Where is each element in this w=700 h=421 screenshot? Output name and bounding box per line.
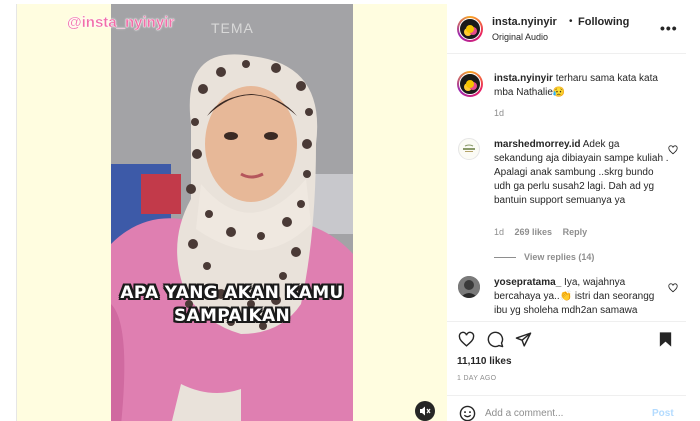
comment-reply-button[interactable]: Reply (563, 227, 588, 237)
post-comment-button[interactable]: Post (652, 408, 674, 419)
photo-avatar-icon (458, 276, 480, 298)
commenter-avatar[interactable] (458, 138, 480, 160)
speaker-muted-icon (420, 406, 431, 416)
post-date: 1 DAY AGO (457, 375, 497, 382)
post-media[interactable]: @insta_nyinyir TEMA APA YANG AKAN KAMU S… (17, 4, 447, 421)
watermark-text: @insta_nyinyir (67, 14, 175, 31)
brand-logo: TEMA (211, 20, 254, 36)
author-avatar[interactable] (457, 16, 483, 42)
video-frame[interactable] (111, 4, 353, 421)
comment-meta: 1d 269 likes Reply (494, 227, 587, 237)
like-heart-icon[interactable] (458, 331, 475, 348)
comment-item: yosepratama_ Iya, wajahnya bercahaya ya.… (494, 276, 670, 318)
comment-time: 1d (494, 227, 505, 237)
caption-time: 1d (494, 108, 505, 118)
caption-avatar[interactable] (457, 71, 483, 97)
add-comment-input[interactable] (485, 408, 635, 419)
like-count[interactable]: 11,110 likes (457, 356, 512, 367)
view-replies-label: View replies (14) (524, 252, 595, 262)
add-comment-bar: Post (447, 395, 686, 421)
brand-avatar-icon (463, 144, 475, 152)
video-still (111, 4, 353, 421)
following-button[interactable]: Following (578, 16, 629, 28)
mute-button[interactable] (415, 401, 435, 421)
author-username[interactable]: insta.nyinyir (492, 16, 557, 28)
post-caption: insta.nyinyir terharu sama kata kata mba… (494, 72, 679, 100)
commenter-avatar[interactable] (458, 276, 480, 298)
post-actions-bar (447, 321, 686, 361)
comment-likes[interactable]: 269 likes (515, 227, 553, 237)
save-bookmark-icon[interactable] (658, 331, 673, 348)
more-options-button[interactable]: ••• (660, 20, 678, 36)
replies-divider (494, 256, 516, 258)
view-replies-button[interactable]: View replies (14) (494, 252, 594, 262)
like-comment-heart-icon[interactable] (668, 145, 678, 155)
header-separator: • (569, 16, 573, 27)
comment-username[interactable]: marshedmorrey.id (494, 139, 581, 150)
post-header: insta.nyinyir • Following Original Audio… (447, 4, 686, 54)
original-audio-link[interactable]: Original Audio (492, 32, 548, 42)
comment-bubble-icon[interactable] (487, 331, 504, 348)
like-comment-heart-icon[interactable] (668, 283, 678, 293)
comment-username[interactable]: yosepratama_ (494, 277, 561, 288)
video-caption-line-2: SAMPAIKAN (174, 306, 290, 326)
share-paper-plane-icon[interactable] (515, 331, 532, 348)
post-modal: @insta_nyinyir TEMA APA YANG AKAN KAMU S… (16, 4, 686, 421)
caption-username[interactable]: insta.nyinyir (494, 73, 553, 84)
video-caption-line-1: APA YANG AKAN KAMU (120, 283, 344, 303)
comment-item: marshedmorrey.id Adek ga sekandung aja d… (494, 138, 670, 208)
post-side-panel: insta.nyinyir • Following Original Audio… (447, 4, 686, 421)
emoji-icon[interactable] (459, 405, 476, 421)
